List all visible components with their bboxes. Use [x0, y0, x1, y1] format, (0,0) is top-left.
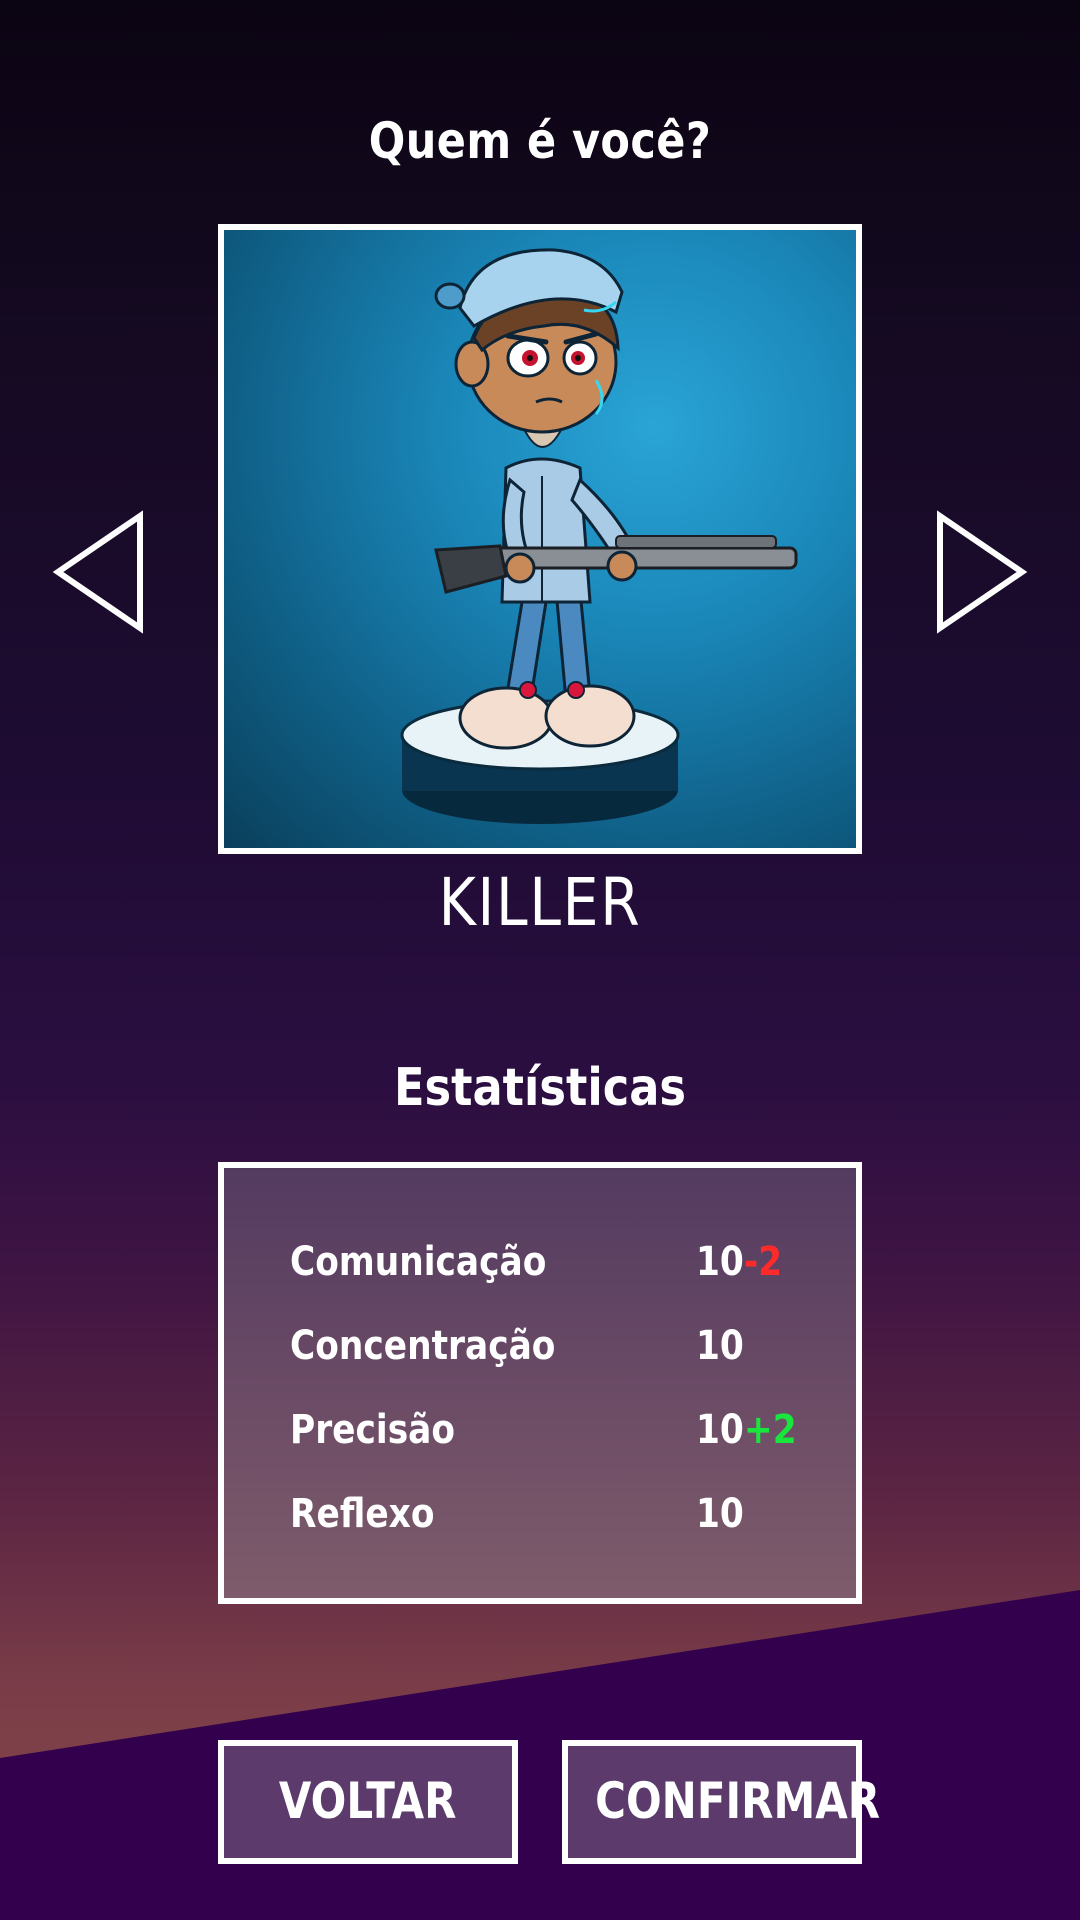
back-button-label: VOLTAR — [279, 1772, 457, 1830]
stat-label: Reflexo — [290, 1491, 435, 1537]
page-title: Quem é você? — [368, 112, 712, 170]
stat-row-reflexo: Reflexo 10 — [290, 1484, 810, 1544]
stat-label: Concentração — [290, 1323, 556, 1369]
character-illustration — [400, 248, 798, 824]
stat-row-comunicacao: Comunicação 10-2 — [290, 1232, 810, 1292]
confirm-button-label: CONFIRMAR — [595, 1772, 881, 1830]
character-portrait — [218, 224, 862, 854]
stat-label: Comunicação — [290, 1239, 547, 1285]
confirm-button[interactable]: CONFIRMAR — [562, 1740, 880, 1864]
arrow-right-icon — [937, 510, 1028, 634]
back-button[interactable]: VOLTAR — [218, 1740, 518, 1864]
stat-value: 10 — [696, 1491, 744, 1537]
prev-character-button[interactable] — [52, 510, 148, 634]
stat-value: 10+2 — [696, 1407, 797, 1453]
stat-value: 10 — [696, 1323, 744, 1369]
stat-row-precisao: Precisão 10+2 — [290, 1400, 810, 1460]
character-name: KILLER — [438, 864, 642, 941]
stats-panel: Comunicação 10-2 Concentração 10 Precisã… — [218, 1162, 862, 1604]
stat-modifier-positive: +2 — [743, 1407, 797, 1453]
next-character-button[interactable] — [932, 510, 1028, 634]
stat-label: Precisão — [290, 1407, 456, 1453]
stats-title: Estatísticas — [393, 1058, 687, 1118]
stat-modifier-negative: -2 — [743, 1239, 783, 1285]
stat-value: 10-2 — [696, 1239, 783, 1285]
arrow-left-icon — [52, 510, 143, 634]
stat-row-concentracao: Concentração 10 — [290, 1316, 810, 1376]
